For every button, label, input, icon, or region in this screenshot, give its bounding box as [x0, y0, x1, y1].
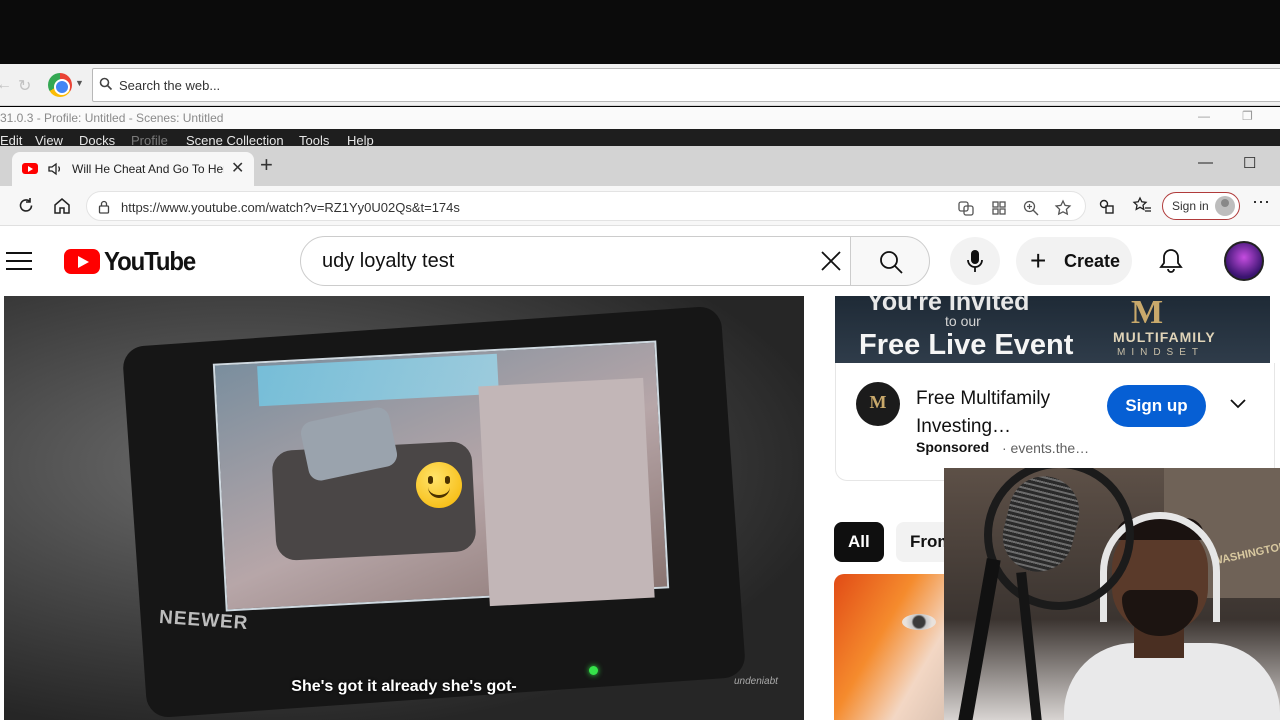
tab-youtube[interactable]: Will He Cheat And Go To Her ✕ — [12, 152, 254, 186]
youtube-search-value: udy loyalty test — [322, 250, 455, 272]
outer-browser-toolbar: ← ↻ ▼ Search the web... — [0, 64, 1280, 106]
youtube-header: YouTube udy loyalty test + Create — [0, 226, 1280, 296]
chevron-down-icon[interactable] — [1228, 397, 1248, 411]
reload-icon[interactable]: ↻ — [18, 76, 31, 96]
search-icon — [99, 77, 113, 91]
hamburger-menu-icon[interactable] — [6, 252, 32, 272]
sign-in-button[interactable]: Sign in — [1162, 192, 1240, 220]
notifications-bell-icon[interactable] — [1157, 247, 1185, 275]
mic-stand — [957, 558, 1001, 720]
ad-brand-sub: MINDSET — [1117, 347, 1204, 358]
smiley-emoji-icon — [416, 462, 462, 508]
obs-titlebar: 31.0.3 - Profile: Untitled - Scenes: Unt… — [0, 107, 1280, 129]
zoom-icon[interactable] — [1022, 199, 1040, 217]
ad-banner-line2: to our — [945, 313, 981, 329]
back-icon[interactable]: ← — [0, 76, 12, 94]
ad-domain: · events.the… — [1002, 440, 1090, 456]
obs-menubar: Edit View Docks Profile Scene Collection… — [0, 129, 1280, 148]
new-tab-button[interactable]: + — [260, 152, 273, 178]
ad-card[interactable]: M Free Multifamily Investing… Sponsored … — [835, 363, 1275, 481]
edge-tab-strip: Will He Cheat And Go To Her ✕ + — ☐ — [0, 146, 1280, 186]
ad-brand-mark: M — [1131, 296, 1164, 331]
favorites-icon[interactable] — [1132, 196, 1152, 216]
youtube-favicon-icon — [22, 163, 38, 174]
obs-restore-button[interactable]: ❐ — [1242, 109, 1253, 123]
ad-banner-line3: Free Live Event — [859, 329, 1074, 361]
plus-icon: + — [1030, 245, 1047, 276]
edge-maximize-button[interactable]: ☐ — [1243, 154, 1256, 172]
video-caption: She's got it already she's got- — [291, 678, 517, 695]
create-label: Create — [1064, 251, 1121, 271]
url-text: https://www.youtube.com/watch?v=RZ1Yy0U0… — [121, 200, 460, 215]
tab-title: Will He Cheat And Go To Her — [72, 162, 224, 176]
edge-minimize-button[interactable]: — — [1198, 154, 1213, 171]
refresh-icon[interactable] — [16, 196, 36, 216]
youtube-search-button[interactable] — [850, 236, 930, 286]
recommended-video-thumbnail[interactable] — [834, 574, 954, 720]
account-avatar[interactable] — [1224, 241, 1264, 281]
search-icon — [880, 251, 903, 274]
microphone-icon — [967, 250, 983, 272]
more-menu-icon[interactable]: ⋯ — [1252, 192, 1270, 213]
chrome-logo-icon[interactable] — [48, 73, 72, 97]
ad-title[interactable]: Free Multifamily Investing… — [916, 385, 1106, 441]
ad-brand-name: MULTIFAMILY — [1113, 329, 1216, 345]
youtube-search-input[interactable]: udy loyalty test — [300, 236, 852, 286]
video-watermark: undeniabt — [734, 676, 778, 687]
youtube-logo-icon[interactable] — [64, 249, 100, 274]
edge-navbar: https://www.youtube.com/watch?v=RZ1Yy0U0… — [0, 186, 1280, 226]
clear-search-icon[interactable] — [819, 249, 843, 273]
chip-all[interactable]: All — [834, 522, 884, 562]
translate-icon[interactable] — [957, 199, 975, 217]
ad-advertiser-logo[interactable]: M — [856, 382, 900, 426]
power-led — [589, 666, 598, 675]
voice-search-button[interactable] — [950, 237, 1000, 285]
ad-banner[interactable]: You're Invited to our Free Live Event M … — [835, 296, 1270, 363]
outer-search-input[interactable]: Search the web... — [92, 68, 1280, 102]
youtube-wordmark[interactable]: YouTube — [104, 246, 196, 277]
create-button[interactable]: + Create — [1016, 237, 1132, 285]
profile-avatar-icon — [1215, 196, 1235, 216]
outer-search-placeholder: Search the web... — [119, 78, 221, 93]
sign-in-label: Sign in — [1172, 199, 1209, 213]
speaker-icon[interactable] — [46, 160, 64, 178]
webcam-overlay: WASHINGTON — [944, 468, 1280, 720]
extensions-icon[interactable] — [1097, 196, 1117, 216]
ad-signup-button[interactable]: Sign up — [1107, 385, 1206, 427]
chevron-down-icon[interactable]: ▼ — [75, 78, 84, 88]
obs-minimize-button[interactable]: — — [1198, 109, 1210, 123]
lock-icon[interactable] — [97, 200, 111, 214]
home-icon[interactable] — [52, 196, 72, 216]
tab-close-icon[interactable]: ✕ — [231, 158, 244, 178]
apps-icon[interactable] — [990, 199, 1008, 217]
video-player[interactable]: NEEWER She's got it already she's got- u… — [4, 296, 804, 720]
top-black-band — [0, 0, 1280, 64]
screen-panel — [478, 377, 655, 607]
obs-window-title: 31.0.3 - Profile: Untitled - Scenes: Unt… — [0, 111, 224, 125]
address-bar[interactable]: https://www.youtube.com/watch?v=RZ1Yy0U0… — [86, 191, 1086, 221]
ad-sponsored-label: Sponsored — [916, 439, 990, 455]
favorite-star-icon[interactable] — [1054, 199, 1072, 217]
